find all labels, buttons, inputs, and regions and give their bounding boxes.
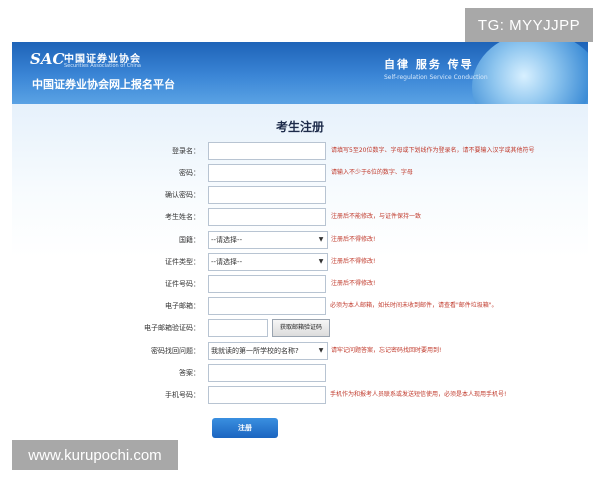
chevron-down-icon: ▼ <box>318 258 324 265</box>
confirm-password-label: 确认密码： <box>165 191 200 199</box>
confirm-password-row: 确认密码： <box>0 186 600 204</box>
id-type-row: 证件类型： --请选择-- ▼ 注册后不得修改! <box>0 253 600 271</box>
id-type-label: 证件类型： <box>165 258 200 266</box>
phone-hint: 手机作为和报考人员联系或发送短信使用，必须是本人现用手机号! <box>330 391 507 398</box>
globe-graphic <box>472 42 588 104</box>
nationality-hint: 注册后不得修改! <box>331 236 376 243</box>
slogan-english: Self-regulation Service Conduction <box>384 74 488 81</box>
phone-label: 手机号码： <box>165 391 200 399</box>
email-code-row: 电子邮箱验证码： 获取邮箱验证码 <box>0 319 600 337</box>
sac-logo-mark: SAC <box>30 50 65 68</box>
email-input[interactable] <box>208 297 326 315</box>
password-hint: 请输入不少于6位的数字、字母 <box>331 169 413 176</box>
name-hint: 注册后不能修改，与证件保持一致 <box>331 213 422 220</box>
password-label: 密码： <box>179 169 200 177</box>
password-input[interactable] <box>208 164 326 182</box>
email-hint: 必须为本人邮箱，如长时间未收到邮件，请查看"邮件垃圾箱"。 <box>330 302 498 309</box>
id-number-hint: 注册后不得修改! <box>331 280 376 287</box>
confirm-password-input[interactable] <box>208 186 326 204</box>
phone-row: 手机号码： 手机作为和报考人员联系或发送短信使用，必须是本人现用手机号! <box>0 386 600 404</box>
answer-label: 答案： <box>179 369 200 377</box>
id-number-row: 证件号码： 注册后不得修改! <box>0 275 600 293</box>
email-row: 电子邮箱： 必须为本人邮箱，如长时间未收到邮件，请查看"邮件垃圾箱"。 <box>0 297 600 315</box>
security-question-label: 密码找回问题： <box>151 347 200 355</box>
nationality-label: 国籍： <box>179 236 200 244</box>
logo-english-name: Securities Association of China <box>64 63 141 69</box>
email-label: 电子邮箱： <box>165 302 200 310</box>
username-hint: 请填写5至20位数字、字母或下划线作为登录名，请不要输入汉字或其他符号 <box>331 147 535 154</box>
register-button[interactable]: 注册 <box>212 418 278 438</box>
answer-input[interactable] <box>208 364 326 382</box>
site-title: 中国证券业协会网上报名平台 <box>32 78 175 91</box>
chevron-down-icon: ▼ <box>318 236 324 243</box>
id-type-select[interactable]: --请选择-- ▼ <box>208 253 328 271</box>
id-type-hint: 注册后不得修改! <box>331 258 376 265</box>
phone-input[interactable] <box>208 386 326 404</box>
username-label: 登录名： <box>172 147 200 155</box>
id-number-input[interactable] <box>208 275 326 293</box>
username-input[interactable] <box>208 142 326 160</box>
nationality-row: 国籍： --请选择-- ▼ 注册后不得修改! <box>0 231 600 249</box>
slogan-chinese: 自律 服务 传导 <box>384 58 474 71</box>
nationality-select[interactable]: --请选择-- ▼ <box>208 231 328 249</box>
site-header: SAC 中国证券业协会 Securities Association of Ch… <box>12 42 588 104</box>
nationality-select-value: --请选择-- <box>211 236 243 244</box>
security-question-select-value: 我就读的第一所学校的名称? <box>211 347 299 355</box>
username-row: 登录名： 请填写5至20位数字、字母或下划线作为登录名，请不要输入汉字或其他符号 <box>0 142 600 160</box>
security-question-row: 密码找回问题： 我就读的第一所学校的名称? ▼ 请牢记问题答案，忘记密码找回时要… <box>0 342 600 360</box>
id-type-select-value: --请选择-- <box>211 258 243 266</box>
bottom-watermark: www.kurupochi.com <box>12 440 178 470</box>
name-input[interactable] <box>208 208 326 226</box>
page-title: 考生注册 <box>275 120 324 134</box>
security-question-select[interactable]: 我就读的第一所学校的名称? ▼ <box>208 342 328 360</box>
name-label: 考生姓名： <box>165 213 200 221</box>
get-email-code-button[interactable]: 获取邮箱验证码 <box>272 319 330 337</box>
chevron-down-icon: ▼ <box>318 347 324 354</box>
email-code-label: 电子邮箱验证码： <box>144 324 200 332</box>
email-code-input[interactable] <box>208 319 268 337</box>
password-row: 密码： 请输入不少于6位的数字、字母 <box>0 164 600 182</box>
top-watermark: TG: MYYJJPP <box>465 8 593 42</box>
security-question-hint: 请牢记问题答案，忘记密码找回时要用到! <box>331 347 442 354</box>
name-row: 考生姓名： 注册后不能修改，与证件保持一致 <box>0 208 600 226</box>
id-number-label: 证件号码： <box>165 280 200 288</box>
answer-row: 答案： <box>0 364 600 382</box>
